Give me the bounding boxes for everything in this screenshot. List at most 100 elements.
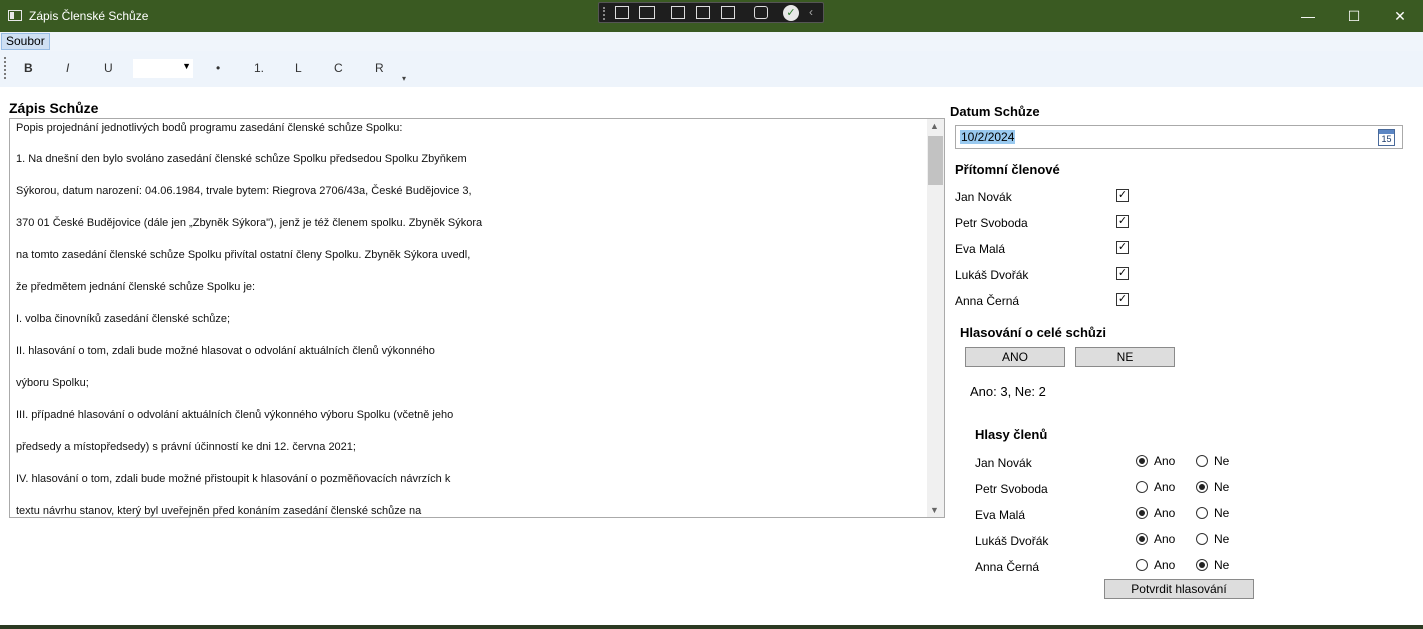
select-element-icon[interactable] xyxy=(671,6,685,19)
member-vote-name: Petr Svoboda xyxy=(975,482,1048,496)
vote-yes-label: Ano xyxy=(1154,506,1176,520)
video-icon[interactable] xyxy=(639,6,655,19)
member-name: Petr Svoboda xyxy=(955,216,1028,230)
editor-line: II. hlasování o tom, zdali bude možné hl… xyxy=(16,345,435,357)
member-row: Lukáš Dvořák ✓ xyxy=(955,265,1145,285)
radio-dot-icon xyxy=(1196,455,1208,467)
minutes-editor[interactable]: Popis projednání jednotlivých bodů progr… xyxy=(9,118,945,518)
radio-dot-icon xyxy=(1136,533,1148,545)
editor-heading: Zápis Schůze xyxy=(9,100,99,116)
radio-dot-icon xyxy=(1196,481,1208,493)
vote-yes-label: Ano xyxy=(1154,558,1176,572)
members-heading: Přítomní členové xyxy=(955,162,1060,177)
editor-line: III. případné hlasování o odvolání aktuá… xyxy=(16,409,454,421)
numbering-button[interactable]: 1. xyxy=(254,61,264,75)
confirm-vote-button[interactable]: Potvrdit hlasování xyxy=(1104,579,1254,599)
collapse-chevron-icon[interactable]: ‹ xyxy=(809,5,813,19)
member-vote-name: Anna Černá xyxy=(975,560,1040,574)
toolbar-grip-icon[interactable] xyxy=(4,57,6,79)
track-focus-icon[interactable] xyxy=(721,6,735,19)
underline-button[interactable]: U xyxy=(104,61,113,75)
font-size-combobox[interactable]: ▼ xyxy=(133,59,193,78)
vote-no-label: Ne xyxy=(1214,506,1230,520)
app-icon xyxy=(8,10,22,21)
radio-dot-icon xyxy=(1196,507,1208,519)
chevron-down-icon: ▼ xyxy=(182,61,191,71)
display-layout-adorners-icon[interactable] xyxy=(696,6,710,19)
align-center-button[interactable]: C xyxy=(334,61,343,75)
radio-dot-icon xyxy=(1196,559,1208,571)
vote-yes-label: Ano xyxy=(1154,480,1176,494)
bold-button[interactable]: B xyxy=(24,61,33,75)
member-name: Jan Novák xyxy=(955,190,1012,204)
scrollbar-thumb[interactable] xyxy=(928,136,943,185)
toolbar-overflow-icon[interactable]: ▾ xyxy=(402,74,406,83)
editor-line: na tomto zasedání členské schůze Spolku … xyxy=(16,249,471,261)
vote-no-label: Ne xyxy=(1214,454,1230,468)
live-visual-tree-icon[interactable] xyxy=(615,6,629,19)
vote-yes-label: Ano xyxy=(1154,454,1176,468)
vertical-scrollbar[interactable]: ▲ ▼ xyxy=(927,119,944,517)
radio-dot-icon xyxy=(1136,481,1148,493)
editor-text: Popis projednání jednotlivých bodů progr… xyxy=(16,119,924,517)
editor-line: 1. Na dnešní den bylo svoláno zasedání č… xyxy=(16,153,467,165)
menu-item-soubor[interactable]: Soubor xyxy=(1,33,50,50)
vote-no-label: Ne xyxy=(1214,480,1230,494)
minimize-button[interactable]: — xyxy=(1285,0,1331,32)
hot-reload-icon[interactable] xyxy=(754,6,768,19)
align-left-button[interactable]: L xyxy=(295,61,302,75)
meeting-vote-heading: Hlasování o celé schůzi xyxy=(960,325,1106,340)
date-value[interactable]: 10/2/2024 xyxy=(960,130,1016,144)
maximize-button[interactable]: ☐ xyxy=(1331,0,1377,32)
member-vote-name: Eva Malá xyxy=(975,508,1026,522)
debug-toolbar: ✓ ‹ xyxy=(598,2,824,23)
member-row: Petr Svoboda ✓ xyxy=(955,213,1145,233)
editor-line: Sýkorou, datum narození: 04.06.1984, trv… xyxy=(16,185,472,197)
member-present-checkbox[interactable]: ✓ xyxy=(1116,241,1129,254)
vote-tally: Ano: 3, Ne: 2 xyxy=(970,384,1046,399)
calendar-icon[interactable]: 15 xyxy=(1378,129,1395,146)
window-title: Zápis Členské Schůze xyxy=(29,9,149,23)
member-votes-heading: Hlasy členů xyxy=(975,427,1048,442)
radio-dot-icon xyxy=(1196,533,1208,545)
radio-dot-icon xyxy=(1136,455,1148,467)
vote-yes-label: Ano xyxy=(1154,532,1176,546)
formatting-toolbar: B I U ▼ • 1. L C R ▾ xyxy=(0,51,1423,87)
member-name: Eva Malá xyxy=(955,242,1006,256)
binding-ok-icon[interactable]: ✓ xyxy=(783,5,799,21)
close-button[interactable]: ✕ xyxy=(1377,0,1423,32)
bullets-button[interactable]: • xyxy=(216,61,220,75)
editor-line: I. volba činovníků zasedání členské schů… xyxy=(16,313,231,325)
member-present-checkbox[interactable]: ✓ xyxy=(1116,189,1129,202)
editor-line: že předmětem jednání členské schůze Spol… xyxy=(16,281,256,293)
member-row: Jan Novák ✓ xyxy=(955,187,1145,207)
member-present-checkbox[interactable]: ✓ xyxy=(1116,293,1129,306)
debug-toolbar-grip-icon[interactable] xyxy=(603,7,606,20)
member-row: Eva Malá ✓ xyxy=(955,239,1145,259)
date-picker[interactable]: 10/2/2024 15 xyxy=(955,125,1403,149)
member-name: Lukáš Dvořák xyxy=(955,268,1029,282)
vote-yes-button[interactable]: ANO xyxy=(965,347,1065,367)
title-bar: Zápis Členské Schůze ✓ ‹ — ☐ ✕ xyxy=(0,0,1423,32)
date-heading: Datum Schůze xyxy=(950,104,1040,119)
member-vote-row: Jan Novák Ano Ne xyxy=(975,452,1235,472)
editor-line: IV. hlasování o tom, zdali bude možné př… xyxy=(16,473,451,485)
taskbar-edge xyxy=(0,625,1423,629)
member-name: Anna Černá xyxy=(955,294,1020,308)
vote-no-label: Ne xyxy=(1214,558,1230,572)
scroll-down-icon[interactable]: ▼ xyxy=(930,505,939,515)
editor-line: výboru Spolku; xyxy=(16,377,89,389)
vote-no-label: Ne xyxy=(1214,532,1230,546)
member-vote-name: Jan Novák xyxy=(975,456,1032,470)
align-right-button[interactable]: R xyxy=(375,61,384,75)
menu-bar: Soubor xyxy=(0,32,1423,51)
editor-line: textu návrhu stanov, který byl uveřejněn… xyxy=(16,505,422,517)
vote-no-button[interactable]: NE xyxy=(1075,347,1175,367)
editor-line: Popis projednání jednotlivých bodů progr… xyxy=(16,122,403,134)
member-vote-row: Anna Černá Ano Ne xyxy=(975,556,1235,576)
member-present-checkbox[interactable]: ✓ xyxy=(1116,267,1129,280)
italic-button[interactable]: I xyxy=(66,61,69,75)
scroll-up-icon[interactable]: ▲ xyxy=(930,121,939,131)
member-vote-row: Petr Svoboda Ano Ne xyxy=(975,478,1235,498)
member-present-checkbox[interactable]: ✓ xyxy=(1116,215,1129,228)
